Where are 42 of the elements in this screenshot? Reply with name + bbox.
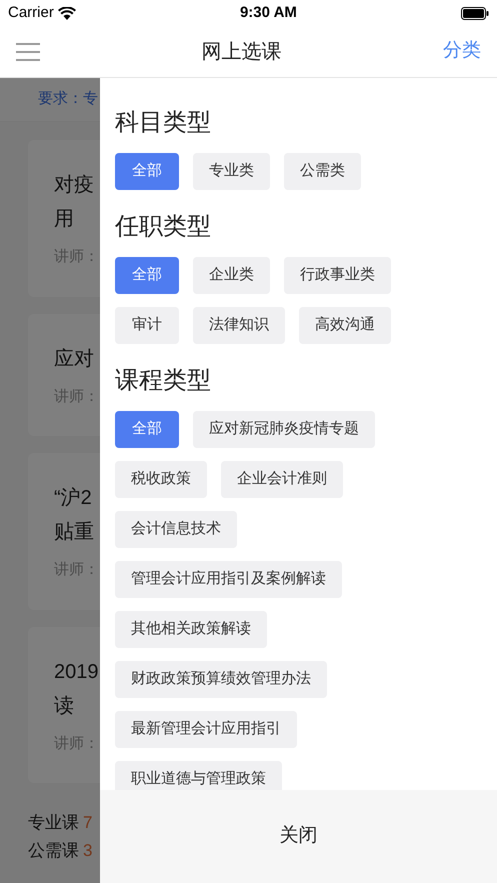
filter-chip[interactable]: 企业会计准则 [221, 461, 343, 498]
footer-count: 3 [83, 840, 92, 862]
footer-label: 公需课 [28, 840, 79, 862]
filter-chip[interactable]: 专业类 [193, 153, 270, 190]
close-button[interactable]: 关闭 [100, 790, 497, 883]
category-button[interactable]: 分类 [443, 37, 481, 66]
course-title: 对疫 [54, 173, 94, 198]
course-title: 2019 [54, 660, 98, 684]
filter-chip[interactable]: 管理会计应用指引及案例解读 [115, 561, 342, 598]
carrier-label: Carrier [8, 2, 54, 23]
filter-chip[interactable]: 全部 [115, 153, 179, 190]
course-title: 用 [54, 207, 74, 232]
filter-chip[interactable]: 企业类 [193, 257, 270, 294]
filter-chip[interactable]: 高效沟通 [299, 307, 391, 344]
course-title: “沪2 [54, 486, 92, 511]
filter-chip[interactable]: 法律知识 [193, 307, 285, 344]
wifi-icon [58, 6, 76, 20]
filter-chip[interactable]: 应对新冠肺炎疫情专题 [193, 411, 375, 448]
course-title: 贴重 [54, 520, 94, 545]
section-title: 科目类型 [115, 108, 211, 138]
filter-chip[interactable]: 其他相关政策解读 [115, 611, 267, 648]
menu-icon[interactable] [16, 42, 40, 60]
course-title: 应对 [54, 346, 94, 372]
section-title: 任职类型 [115, 212, 211, 242]
filter-chip[interactable]: 税收政策 [115, 461, 207, 498]
footer-count: 7 [83, 812, 92, 834]
filter-chip[interactable]: 全部 [115, 411, 179, 448]
filter-chip[interactable]: 审计 [115, 307, 179, 344]
nav-title: 网上选课 [202, 40, 282, 64]
filter-chip[interactable]: 职业道德与管理政策 [115, 761, 282, 790]
filter-chip[interactable]: 财政政策预算绩效管理办法 [115, 661, 327, 698]
requirement-text: 要求：专 [38, 89, 98, 110]
section-title: 课程类型 [115, 366, 211, 396]
course-title: 读 [54, 694, 74, 718]
battery-icon [461, 6, 489, 20]
filter-chip[interactable]: 会计信息技术 [115, 511, 237, 548]
filter-chip[interactable]: 全部 [115, 257, 179, 294]
filter-chip[interactable]: 公需类 [284, 153, 361, 190]
filter-chip[interactable]: 行政事业类 [284, 257, 391, 294]
filter-chip[interactable]: 最新管理会计应用指引 [115, 711, 297, 748]
footer-label: 专业课 [28, 812, 79, 834]
status-time: 9:30 AM [240, 2, 297, 23]
